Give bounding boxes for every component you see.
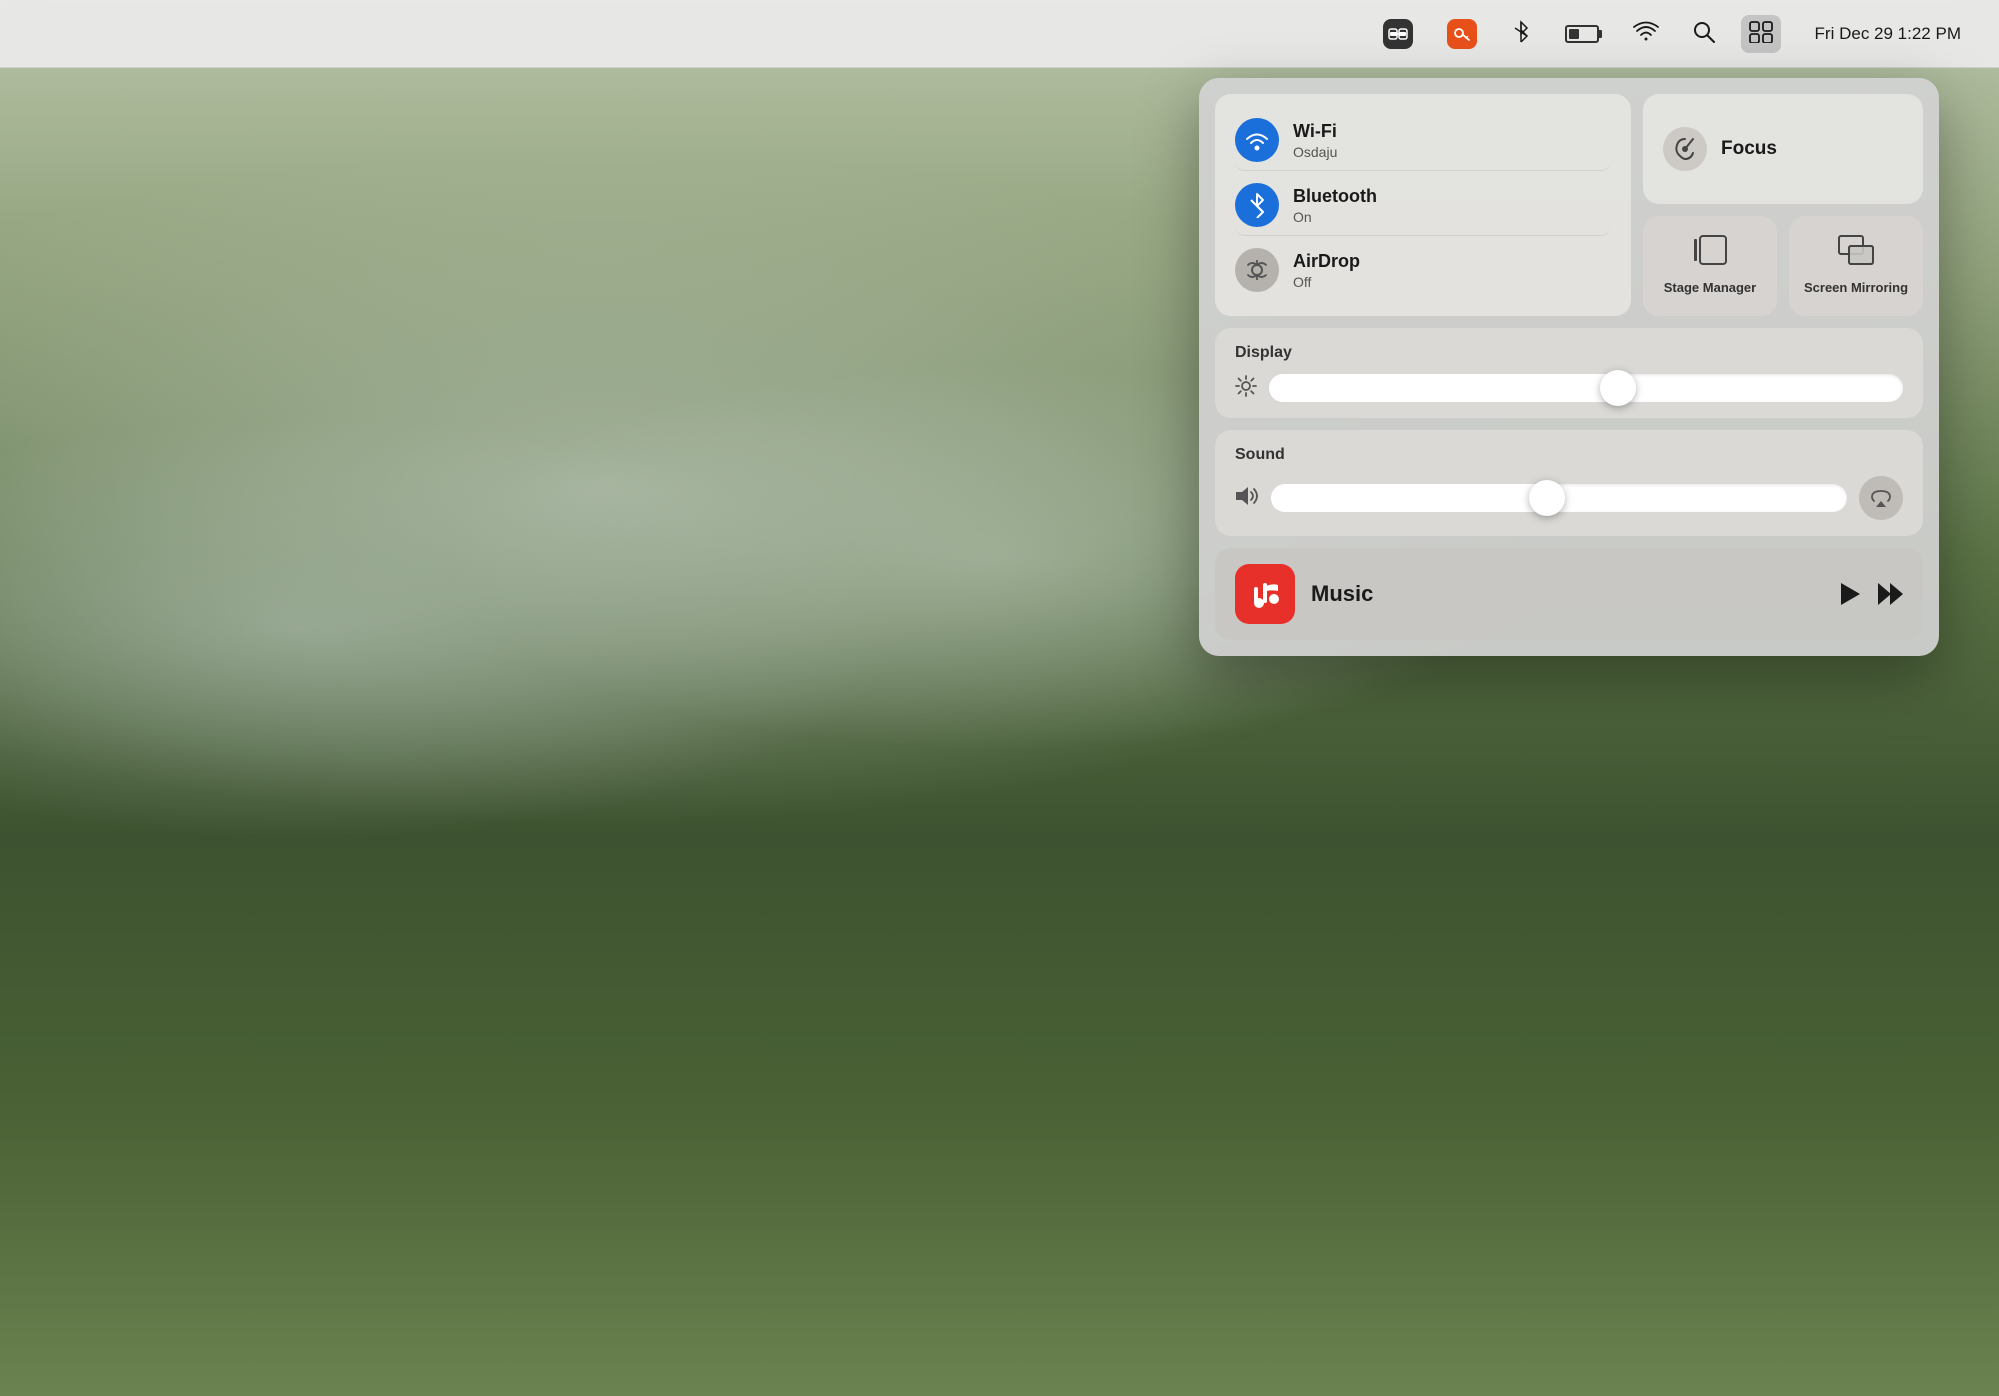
teamviewer-menu-item[interactable] [1375, 15, 1421, 53]
bluetooth-title: Bluetooth [1293, 185, 1377, 208]
display-section: Display [1215, 328, 1923, 418]
skip-forward-button[interactable] [1877, 582, 1903, 606]
wifi-toggle-icon [1235, 118, 1279, 162]
airdrop-text: AirDrop Off [1293, 250, 1360, 289]
wifi-text: Wi-Fi Osdaju [1293, 120, 1337, 159]
play-button[interactable] [1839, 582, 1861, 606]
wifi-icon [1633, 21, 1659, 47]
battery-menu-item[interactable] [1557, 21, 1607, 47]
wifi-menu-item[interactable] [1625, 17, 1667, 51]
wifi-row[interactable]: Wi-Fi Osdaju [1235, 110, 1611, 171]
music-controls [1839, 582, 1903, 606]
control-center-icon [1749, 21, 1773, 47]
control-center-panel: Wi-Fi Osdaju Bluetooth On [1199, 78, 1939, 656]
brightness-icon [1235, 375, 1257, 402]
control-center-menu-item[interactable] [1741, 15, 1781, 53]
display-section-label: Display [1235, 344, 1903, 362]
teamviewer-icon [1383, 19, 1413, 49]
key-app-menu-item[interactable] [1439, 15, 1485, 53]
music-app-icon [1235, 564, 1295, 624]
top-section: Wi-Fi Osdaju Bluetooth On [1215, 94, 1923, 316]
volume-slider[interactable] [1271, 484, 1847, 512]
screen-mirroring-label: Screen Mirroring [1804, 280, 1908, 297]
bluetooth-toggle-icon [1235, 183, 1279, 227]
bluetooth-row[interactable]: Bluetooth On [1235, 175, 1611, 236]
bluetooth-subtitle: On [1293, 209, 1377, 225]
volume-slider-row [1235, 476, 1903, 520]
wifi-subtitle: Osdaju [1293, 144, 1337, 160]
stage-manager-tile[interactable]: Stage Manager [1643, 216, 1777, 316]
brightness-slider-row [1235, 374, 1903, 402]
wifi-title: Wi-Fi [1293, 120, 1337, 143]
airplay-button[interactable] [1859, 476, 1903, 520]
volume-icon [1235, 486, 1259, 511]
right-tiles: Focus Stage Manager [1643, 94, 1923, 316]
airdrop-subtitle: Off [1293, 274, 1360, 290]
focus-icon [1663, 127, 1707, 171]
airdrop-title: AirDrop [1293, 250, 1360, 273]
key-app-icon [1447, 19, 1477, 49]
bluetooth-icon [1511, 20, 1531, 48]
bluetooth-text: Bluetooth On [1293, 185, 1377, 224]
airdrop-toggle-icon [1235, 248, 1279, 292]
focus-label: Focus [1721, 138, 1777, 160]
datetime-display[interactable]: Fri Dec 29 1:22 PM [1799, 20, 1969, 48]
spotlight-icon [1693, 21, 1715, 47]
focus-tile[interactable]: Focus [1643, 94, 1923, 204]
airdrop-row[interactable]: AirDrop Off [1235, 240, 1611, 300]
screen-mirroring-tile[interactable]: Screen Mirroring [1789, 216, 1923, 316]
spotlight-menu-item[interactable] [1685, 17, 1723, 51]
sound-section: Sound [1215, 430, 1923, 536]
stage-manager-label: Stage Manager [1664, 280, 1756, 297]
screen-mirroring-icon [1838, 235, 1874, 272]
bottom-right-tiles: Stage Manager Screen Mirroring [1643, 216, 1923, 316]
datetime-text: Fri Dec 29 1:22 PM [1815, 24, 1961, 44]
music-label: Music [1311, 581, 1823, 607]
stage-manager-icon [1693, 235, 1727, 272]
music-tile: Music [1215, 548, 1923, 640]
bluetooth-menu-item[interactable] [1503, 16, 1539, 52]
connectivity-tile: Wi-Fi Osdaju Bluetooth On [1215, 94, 1631, 316]
brightness-slider[interactable] [1269, 374, 1903, 402]
battery-icon [1565, 25, 1599, 43]
sound-section-label: Sound [1235, 446, 1903, 464]
menubar: Fri Dec 29 1:22 PM [0, 0, 1999, 68]
